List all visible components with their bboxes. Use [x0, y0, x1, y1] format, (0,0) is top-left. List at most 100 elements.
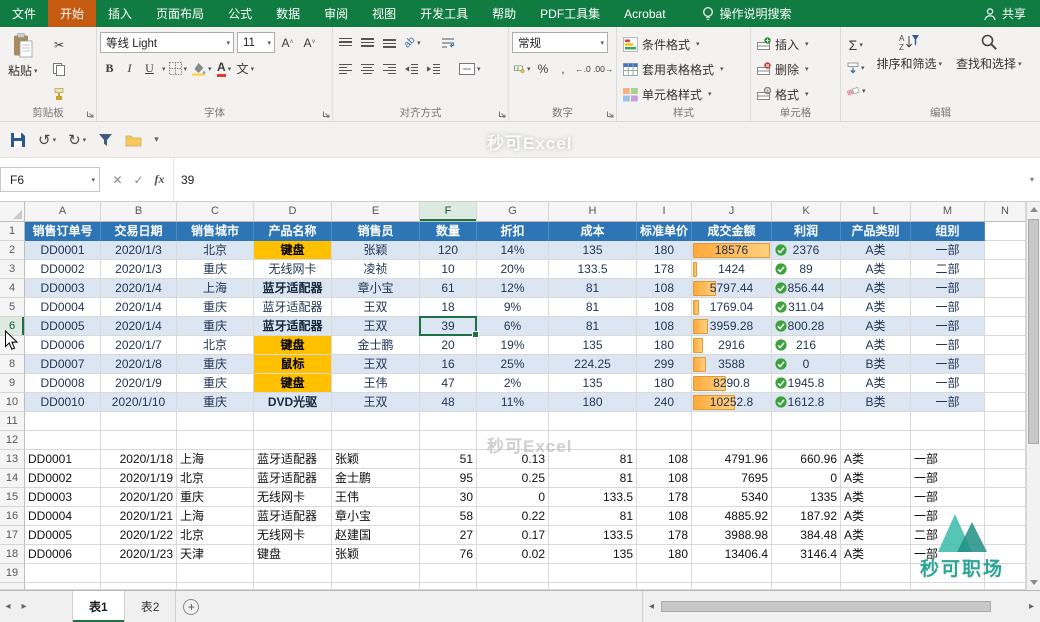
cell-D14[interactable]: 蓝牙适配器: [254, 469, 332, 488]
cell-J16[interactable]: 4885.92: [692, 507, 772, 526]
cell-K17[interactable]: 384.48: [772, 526, 841, 545]
cell-I13[interactable]: 108: [637, 450, 692, 469]
clipboard-dialog-launcher[interactable]: [86, 110, 94, 118]
align-center-button[interactable]: [358, 58, 377, 79]
cell-L10[interactable]: B类: [841, 393, 911, 412]
save-button[interactable]: [10, 132, 26, 148]
cell-H4[interactable]: 81: [549, 279, 637, 298]
cell-D1[interactable]: 产品名称: [254, 222, 332, 241]
tell-me-search[interactable]: 操作说明搜索: [702, 0, 792, 27]
bold-button[interactable]: B: [100, 58, 119, 79]
row-header-15[interactable]: 15: [0, 488, 25, 507]
cell-B6[interactable]: 2020/1/4: [101, 317, 177, 336]
cell-K15[interactable]: 1335: [772, 488, 841, 507]
menu-tab-页面布局[interactable]: 页面布局: [144, 0, 216, 27]
cell-G16[interactable]: 0.22: [477, 507, 549, 526]
conditional-formatting-button[interactable]: 条件格式 ▾: [620, 32, 747, 56]
cell-N13[interactable]: [985, 450, 1026, 469]
cell-M13[interactable]: 一部: [911, 450, 985, 469]
cell-E8[interactable]: 王双: [332, 355, 420, 374]
row-header-4[interactable]: 4: [0, 279, 25, 298]
cell-L16[interactable]: A类: [841, 507, 911, 526]
cell-C2[interactable]: 北京: [177, 241, 254, 260]
cell-K4[interactable]: 856.44: [772, 279, 841, 298]
cell-B14[interactable]: 2020/1/19: [101, 469, 177, 488]
cell-C20[interactable]: [177, 583, 254, 590]
cell-K18[interactable]: 3146.4: [772, 545, 841, 564]
fill-color-button[interactable]: ▾: [190, 58, 214, 79]
cell-G19[interactable]: [477, 564, 549, 583]
fill-button[interactable]: ▾: [844, 57, 868, 78]
row-header-11[interactable]: 11: [0, 412, 25, 431]
cell-I12[interactable]: [637, 431, 692, 450]
cell-H12[interactable]: [549, 431, 637, 450]
cell-M2[interactable]: 一部: [911, 241, 985, 260]
format-cells-button[interactable]: 格式 ▾: [754, 82, 837, 106]
cell-N20[interactable]: [985, 583, 1026, 590]
cell-F14[interactable]: 95: [420, 469, 477, 488]
cell-F15[interactable]: 30: [420, 488, 477, 507]
cell-E4[interactable]: 章小宝: [332, 279, 420, 298]
cell-J13[interactable]: 4791.96: [692, 450, 772, 469]
cell-M4[interactable]: 一部: [911, 279, 985, 298]
select-all-button[interactable]: [0, 202, 25, 222]
cell-L2[interactable]: A类: [841, 241, 911, 260]
cell-B15[interactable]: 2020/1/20: [101, 488, 177, 507]
cell-N7[interactable]: [985, 336, 1026, 355]
format-as-table-button[interactable]: 套用表格格式 ▾: [620, 57, 747, 81]
cell-H8[interactable]: 224.25: [549, 355, 637, 374]
cell-A13[interactable]: DD0001: [25, 450, 101, 469]
cell-A10[interactable]: DD0010: [25, 393, 101, 412]
cell-L17[interactable]: A类: [841, 526, 911, 545]
cell-L20[interactable]: [841, 583, 911, 590]
cell-A16[interactable]: DD0004: [25, 507, 101, 526]
cell-N17[interactable]: [985, 526, 1026, 545]
cell-E19[interactable]: [332, 564, 420, 583]
cell-N5[interactable]: [985, 298, 1026, 317]
cell-E2[interactable]: 张颖: [332, 241, 420, 260]
formula-bar-expand-button[interactable]: ▾: [1024, 158, 1040, 201]
decrease-font-size-button[interactable]: A ˅: [300, 32, 319, 53]
cell-K6[interactable]: 800.28: [772, 317, 841, 336]
cell-H1[interactable]: 成本: [549, 222, 637, 241]
cell-J14[interactable]: 7695: [692, 469, 772, 488]
confirm-entry-button[interactable]: ✓: [128, 173, 149, 187]
cell-C8[interactable]: 重庆: [177, 355, 254, 374]
cell-N3[interactable]: [985, 260, 1026, 279]
cell-M18[interactable]: 一部: [911, 545, 985, 564]
cell-C15[interactable]: 重庆: [177, 488, 254, 507]
cell-H9[interactable]: 135: [549, 374, 637, 393]
cell-A18[interactable]: DD0006: [25, 545, 101, 564]
cell-F20[interactable]: [420, 583, 477, 590]
cell-J7[interactable]: 2916: [692, 336, 772, 355]
cell-M9[interactable]: 一部: [911, 374, 985, 393]
cell-J2[interactable]: 18576: [692, 241, 772, 260]
cell-B8[interactable]: 2020/1/8: [101, 355, 177, 374]
row-header-10[interactable]: 10: [0, 393, 25, 412]
cell-L19[interactable]: [841, 564, 911, 583]
row-header-17[interactable]: 17: [0, 526, 25, 545]
cell-F11[interactable]: [420, 412, 477, 431]
cell-D12[interactable]: [254, 431, 332, 450]
cell-N6[interactable]: [985, 317, 1026, 336]
row-header-1[interactable]: 1: [0, 222, 25, 241]
cell-D6[interactable]: 蓝牙适配器: [254, 317, 332, 336]
clear-button[interactable]: ▾: [844, 80, 868, 101]
sheet-nav-left-button[interactable]: ◂: [0, 591, 16, 622]
cell-G9[interactable]: 2%: [477, 374, 549, 393]
cell-F2[interactable]: 120: [420, 241, 477, 260]
cell-D5[interactable]: 蓝牙适配器: [254, 298, 332, 317]
cell-I2[interactable]: 180: [637, 241, 692, 260]
cell-M5[interactable]: 一部: [911, 298, 985, 317]
cell-J11[interactable]: [692, 412, 772, 431]
cell-J15[interactable]: 5340: [692, 488, 772, 507]
row-header-20[interactable]: [0, 583, 25, 590]
menu-tab-开发工具[interactable]: 开发工具: [408, 0, 480, 27]
cell-K20[interactable]: [772, 583, 841, 590]
cell-B10[interactable]: 2020/1/10: [101, 393, 177, 412]
number-format-select[interactable]: 常规 ▾: [512, 32, 608, 53]
scroll-up-button[interactable]: [1027, 203, 1040, 217]
cell-L15[interactable]: A类: [841, 488, 911, 507]
format-painter-button[interactable]: [50, 84, 69, 105]
cell-A12[interactable]: [25, 431, 101, 450]
